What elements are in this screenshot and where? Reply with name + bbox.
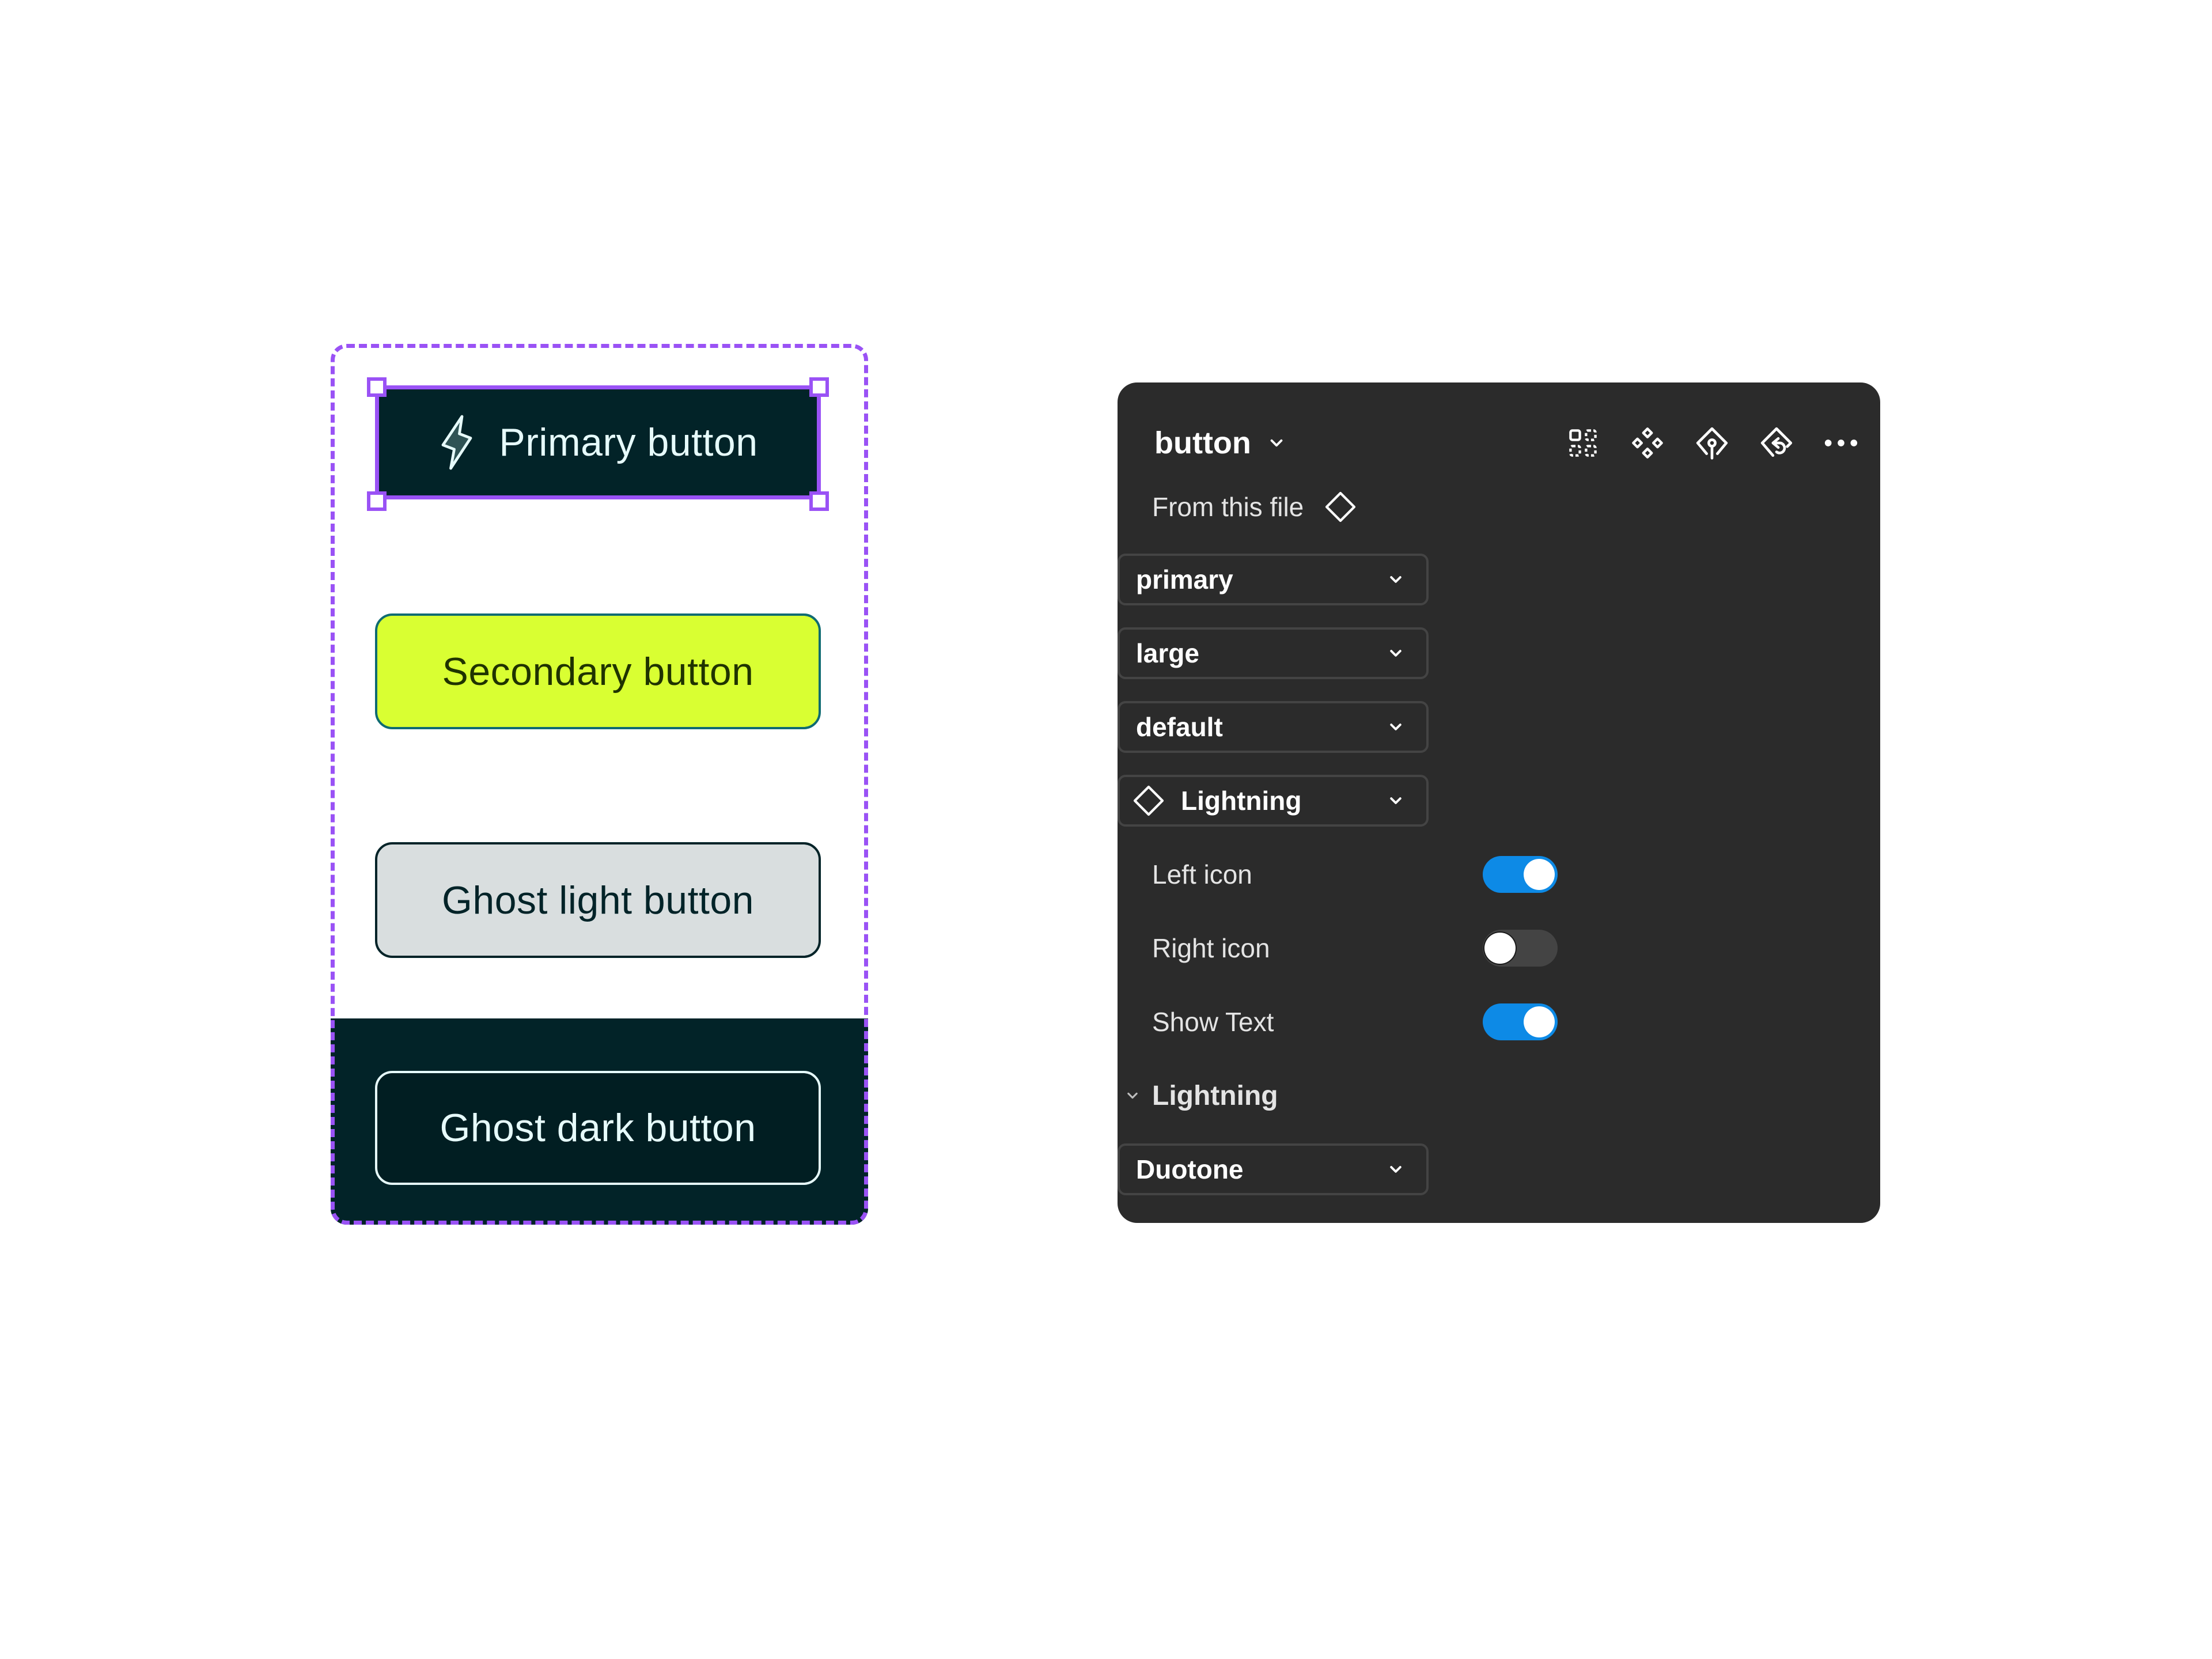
secondary-button-variant[interactable]: Secondary button bbox=[375, 613, 821, 729]
selection-handle-bottom-right[interactable] bbox=[809, 491, 829, 511]
reset-instance-icon bbox=[1760, 427, 1793, 457]
source-row: From this file bbox=[1152, 479, 1880, 535]
selection-handle-top-left[interactable] bbox=[367, 377, 387, 397]
style-dropdown[interactable]: primary bbox=[1118, 554, 1429, 605]
component-instance-icon bbox=[1325, 491, 1356, 522]
component-instance-icon bbox=[1133, 785, 1164, 816]
property-label: Right icon bbox=[1152, 933, 1270, 963]
ghost-dark-button-label: Ghost dark button bbox=[440, 1106, 756, 1150]
chevron-down-icon bbox=[1390, 1166, 1402, 1173]
dropdown-value-text: Lightning bbox=[1181, 786, 1302, 816]
right-icon-toggle[interactable] bbox=[1483, 930, 1558, 967]
dropdown-value: primary bbox=[1136, 565, 1233, 594]
panel-header-actions bbox=[1537, 417, 1859, 469]
dropdown-value: default bbox=[1136, 712, 1223, 742]
ghost-light-button-label: Ghost light button bbox=[441, 878, 754, 922]
primary-button-variant[interactable]: Primary button bbox=[375, 385, 821, 499]
selection-handle-bottom-left[interactable] bbox=[367, 491, 387, 511]
select-matching-layers-icon bbox=[1569, 429, 1597, 457]
chevron-down-icon bbox=[1390, 724, 1402, 730]
source-label-text: From this file bbox=[1152, 492, 1304, 522]
ghost-light-button-variant[interactable]: Ghost light button bbox=[375, 842, 821, 958]
go-to-main-component-icon bbox=[1696, 427, 1728, 460]
nested-instance-title: Lightning bbox=[1152, 1080, 1278, 1111]
select-matching-layers-button[interactable] bbox=[1565, 425, 1601, 461]
secondary-button-label: Secondary button bbox=[442, 649, 754, 694]
component-name[interactable]: button bbox=[1154, 425, 1251, 461]
property-label: Left icon bbox=[1152, 859, 1252, 889]
weight-dropdown[interactable]: Duotone bbox=[1118, 1143, 1429, 1195]
chevron-down-icon[interactable] bbox=[1268, 435, 1285, 451]
selection-handle-top-right[interactable] bbox=[809, 377, 829, 397]
toggle-knob bbox=[1524, 1006, 1555, 1037]
component-set-icon bbox=[1632, 427, 1663, 459]
panel-header: button bbox=[1154, 417, 1285, 469]
component-set-button[interactable] bbox=[1629, 425, 1666, 461]
instance-properties-panel: button From this file primary large defa… bbox=[1118, 382, 1880, 1223]
dropdown-value: large bbox=[1136, 638, 1199, 668]
dropdown-value: Lightning bbox=[1131, 783, 1388, 818]
size-dropdown[interactable]: large bbox=[1118, 627, 1429, 679]
chevron-down-icon bbox=[1390, 650, 1402, 657]
reset-instance-button[interactable] bbox=[1758, 425, 1795, 461]
more-options-icon bbox=[1824, 440, 1858, 446]
chevron-down-icon bbox=[1390, 797, 1402, 804]
primary-button-label: Primary button bbox=[499, 421, 758, 464]
show-text-toggle[interactable] bbox=[1483, 1003, 1558, 1040]
source-label: From this file bbox=[1152, 490, 1358, 524]
chevron-down-icon bbox=[1390, 576, 1402, 583]
go-to-main-component-button[interactable] bbox=[1694, 425, 1730, 461]
left-icon-toggle[interactable] bbox=[1483, 856, 1558, 893]
lightning-icon bbox=[442, 415, 472, 470]
dropdown-value: Duotone bbox=[1136, 1154, 1244, 1184]
chevron-down-icon bbox=[1127, 1092, 1138, 1099]
nested-instance-section-header[interactable]: Lightning bbox=[1126, 1068, 1278, 1123]
toggle-knob bbox=[1484, 933, 1516, 964]
change-icon-dropdown[interactable]: Lightning bbox=[1118, 775, 1429, 827]
ghost-dark-button-variant[interactable]: Ghost dark button bbox=[375, 1071, 821, 1185]
state-dropdown[interactable]: default bbox=[1118, 701, 1429, 753]
property-label: Show Text bbox=[1152, 1007, 1274, 1037]
more-options-button[interactable] bbox=[1823, 425, 1859, 461]
toggle-knob bbox=[1524, 859, 1555, 890]
